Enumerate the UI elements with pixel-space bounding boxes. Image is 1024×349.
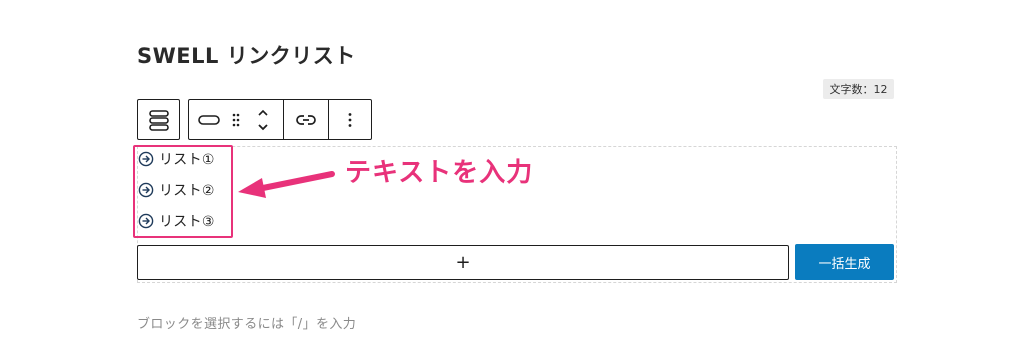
button-style-button[interactable] (189, 100, 229, 139)
annotation-arrow (238, 171, 335, 198)
drag-handle-icon (232, 113, 240, 126)
block-controls-toolbar-group (188, 99, 372, 140)
more-vertical-icon (348, 112, 352, 127)
block-type-toolbar-group (137, 99, 180, 140)
add-item-button[interactable]: + (137, 245, 789, 280)
bulk-generate-button[interactable]: 一括生成 (795, 244, 894, 280)
button-style-icon (198, 114, 220, 125)
list-block-icon (148, 109, 169, 131)
link-button[interactable] (284, 100, 328, 139)
link-icon (296, 114, 317, 125)
block-inserter-placeholder[interactable]: ブロックを選択するには「/」を入力 (137, 313, 356, 332)
block-type-button[interactable] (138, 100, 179, 139)
block-title: SWELL リンクリスト (137, 44, 356, 68)
move-up-down-button[interactable] (243, 100, 284, 139)
options-button[interactable] (329, 100, 371, 139)
annotation-text: テキストを入力 (345, 158, 534, 188)
drag-handle[interactable] (229, 100, 243, 139)
list-highlight-box (133, 145, 233, 238)
move-up-down-icon (258, 109, 268, 130)
character-count-badge: 文字数：12 (823, 79, 894, 99)
